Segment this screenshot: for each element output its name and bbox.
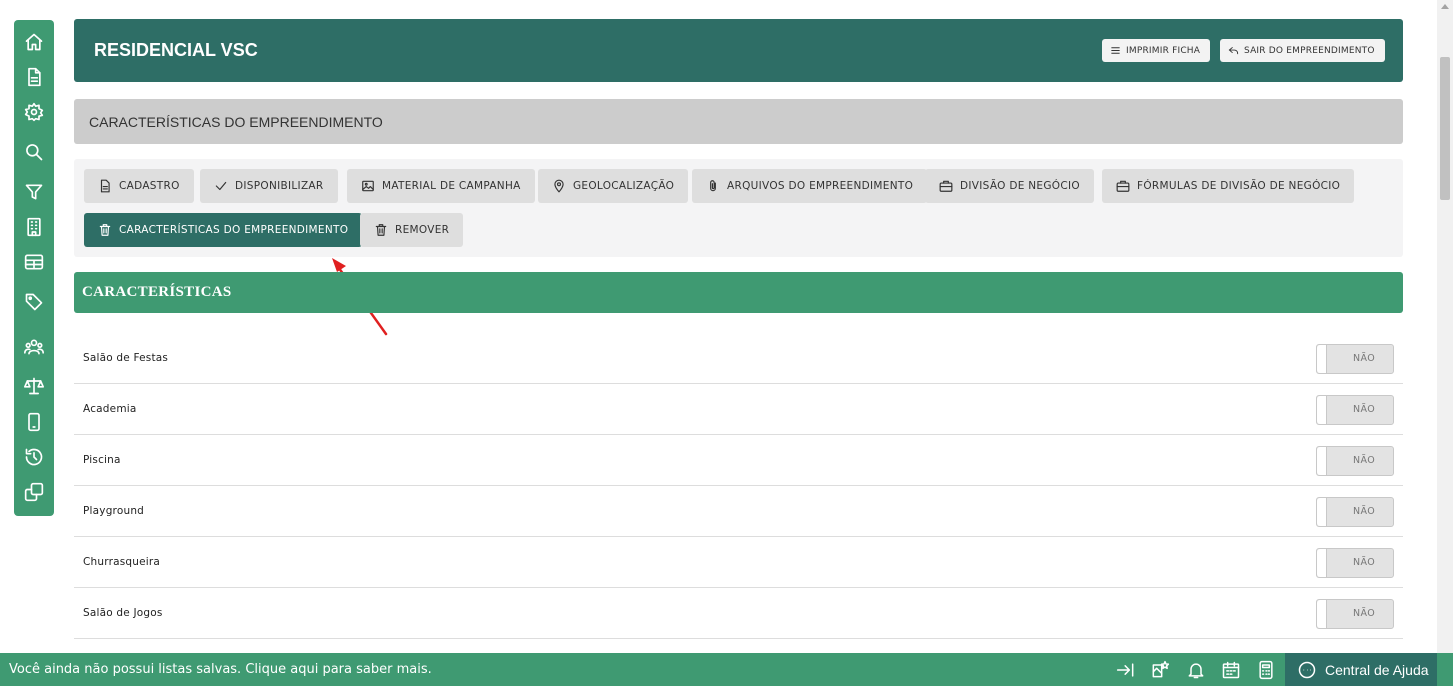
tab-arquivos-do-empreendimento[interactable]: ARQUIVOS DO EMPREENDIMENTO xyxy=(692,169,928,203)
building-icon[interactable] xyxy=(22,215,46,239)
saved-lists-message[interactable]: Você ainda não possui listas salvas. Cli… xyxy=(9,662,432,677)
tab-material-de-campanha[interactable]: MATERIAL DE CAMPANHA xyxy=(347,169,535,203)
toggle-knob xyxy=(1317,345,1327,373)
toggle-knob xyxy=(1317,600,1327,628)
help-center-label: Central de Ajuda xyxy=(1325,661,1429,678)
list-icon xyxy=(1111,47,1120,54)
favorite-list-icon[interactable] xyxy=(1150,660,1170,680)
toggle-value: NÃO xyxy=(1353,404,1376,415)
reply-arrow-icon xyxy=(1228,46,1239,55)
exit-project-button[interactable]: SAIR DO EMPREENDIMENTO xyxy=(1220,39,1385,62)
tab-label: MATERIAL DE CAMPANHA xyxy=(382,180,521,192)
tab-formulas-de-divisao-de-negocio[interactable]: FÓRMULAS DE DIVISÃO DE NEGÓCIO xyxy=(1102,169,1355,203)
bottom-bar: Você ainda não possui listas salvas. Cli… xyxy=(0,653,1453,686)
list-item: Churrasqueira NÃO xyxy=(74,537,1403,588)
toggle-knob xyxy=(1317,549,1327,577)
tab-label: CADASTRO xyxy=(119,180,180,192)
calculator-icon[interactable] xyxy=(1256,660,1276,680)
characteristic-label: Academia xyxy=(83,403,137,415)
toggle-switch[interactable]: NÃO xyxy=(1316,446,1394,476)
chat-icon xyxy=(1298,661,1316,678)
copy-icon[interactable] xyxy=(22,480,46,504)
side-nav xyxy=(14,20,54,516)
document-icon[interactable] xyxy=(22,65,46,89)
scrollbar-thumb[interactable] xyxy=(1440,57,1450,200)
project-header: RESIDENCIAL VSC IMPRIMIR FICHA SAIR DO E… xyxy=(74,19,1403,82)
toggle-value: NÃO xyxy=(1353,506,1376,517)
image-icon xyxy=(362,180,374,192)
toggle-switch[interactable]: NÃO xyxy=(1316,395,1394,425)
tab-label: DISPONIBILIZAR xyxy=(235,180,324,192)
toggle-value: NÃO xyxy=(1353,353,1376,364)
characteristic-label: Salão de Jogos xyxy=(83,607,163,619)
map-pin-icon xyxy=(554,179,564,193)
gear-icon[interactable] xyxy=(22,100,46,124)
tab-divisao-de-negocio[interactable]: DIVISÃO DE NEGÓCIO xyxy=(925,169,1094,203)
check-icon xyxy=(215,181,227,191)
tab-cadastro[interactable]: CADASTRO xyxy=(84,169,194,203)
list-item: Academia NÃO xyxy=(74,384,1403,435)
tab-bar: CADASTRO DISPONIBILIZAR MATERIAL DE CAMP… xyxy=(74,159,1403,257)
paperclip-icon xyxy=(710,180,716,192)
tab-remover[interactable]: REMOVER xyxy=(360,213,464,247)
print-button[interactable]: IMPRIMIR FICHA xyxy=(1102,39,1211,62)
characteristic-label: Piscina xyxy=(83,454,121,466)
characteristic-label: Salão de Festas xyxy=(83,352,169,364)
briefcase-icon xyxy=(1116,180,1130,192)
tab-label: FÓRMULAS DE DIVISÃO DE NEGÓCIO xyxy=(1137,180,1341,192)
characteristics-title: CARACTERÍSTICAS xyxy=(82,284,232,300)
calendar-icon[interactable] xyxy=(1221,660,1241,680)
mobile-icon[interactable] xyxy=(22,410,46,434)
exit-project-button-label: SAIR DO EMPREENDIMENTO xyxy=(1244,45,1375,56)
characteristic-label: Playground xyxy=(83,505,145,517)
toggle-knob xyxy=(1317,498,1327,526)
toggle-value: NÃO xyxy=(1353,557,1376,568)
tag-icon[interactable] xyxy=(22,290,46,314)
print-button-label: IMPRIMIR FICHA xyxy=(1126,45,1201,56)
help-center-button[interactable]: Central de Ajuda xyxy=(1285,653,1437,686)
tab-label: ARQUIVOS DO EMPREENDIMENTO xyxy=(727,180,914,192)
section-title: CARACTERÍSTICAS DO EMPREENDIMENTO xyxy=(89,114,383,130)
toggle-switch[interactable]: NÃO xyxy=(1316,344,1394,374)
users-icon[interactable] xyxy=(22,335,46,359)
tab-caracteristicas-do-empreendimento[interactable]: CARACTERÍSTICAS DO EMPREENDIMENTO xyxy=(84,213,363,247)
toggle-switch[interactable]: NÃO xyxy=(1316,497,1394,527)
search-icon[interactable] xyxy=(22,140,46,164)
filter-icon[interactable] xyxy=(22,180,46,204)
page-title: RESIDENCIAL VSC xyxy=(94,40,258,60)
tab-label: DIVISÃO DE NEGÓCIO xyxy=(960,180,1080,192)
list-item: Playground NÃO xyxy=(74,486,1403,537)
table-icon[interactable] xyxy=(22,250,46,274)
characteristics-header: CARACTERÍSTICAS xyxy=(74,272,1403,313)
toggle-switch[interactable]: NÃO xyxy=(1316,599,1394,629)
tab-geolocalizacao[interactable]: GEOLOCALIZAÇÃO xyxy=(538,169,689,203)
toggle-knob xyxy=(1317,447,1327,475)
toggle-knob xyxy=(1317,396,1327,424)
characteristics-list: Salão de Festas NÃO Academia NÃO Piscina… xyxy=(74,333,1403,639)
briefcase-icon xyxy=(939,180,953,192)
collapse-arrow-icon[interactable] xyxy=(1116,660,1136,680)
toggle-value: NÃO xyxy=(1353,455,1376,466)
tab-label: CARACTERÍSTICAS DO EMPREENDIMENTO xyxy=(119,224,349,236)
toggle-switch[interactable]: NÃO xyxy=(1316,548,1394,578)
tab-label: GEOLOCALIZAÇÃO xyxy=(573,180,675,192)
section-title-bar: CARACTERÍSTICAS DO EMPREENDIMENTO xyxy=(74,99,1403,144)
trash-icon xyxy=(375,224,387,236)
bell-icon[interactable] xyxy=(1186,660,1206,680)
document-icon xyxy=(100,179,110,193)
characteristic-label: Churrasqueira xyxy=(83,556,161,568)
tab-disponibilizar[interactable]: DISPONIBILIZAR xyxy=(200,169,338,203)
tab-label: REMOVER xyxy=(395,224,450,236)
scroll-up-arrow-icon[interactable] xyxy=(1441,4,1449,9)
list-item: Salão de Jogos NÃO xyxy=(74,588,1403,639)
scale-icon[interactable] xyxy=(22,374,46,398)
history-icon[interactable] xyxy=(22,445,46,469)
list-item: Piscina NÃO xyxy=(74,435,1403,486)
trash-icon xyxy=(99,224,111,236)
list-item: Salão de Festas NÃO xyxy=(74,333,1403,384)
toggle-value: NÃO xyxy=(1353,608,1376,619)
home-icon[interactable] xyxy=(22,30,46,54)
